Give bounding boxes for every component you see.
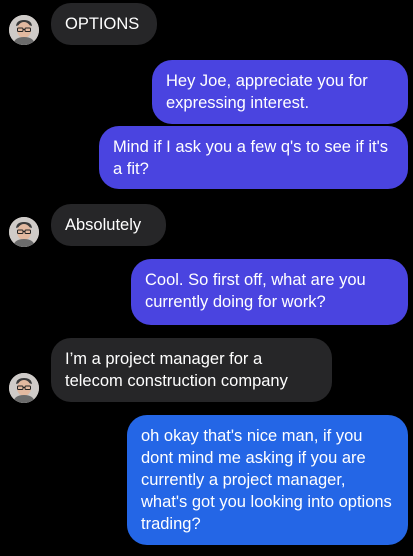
message-bubble-incoming[interactable]: Absolutely <box>51 204 166 246</box>
contact-avatar[interactable] <box>9 217 39 247</box>
message-bubble-outgoing[interactable]: Cool. So first off, what are you current… <box>131 259 408 325</box>
contact-avatar[interactable] <box>9 15 39 45</box>
message-thread: OPTIONS Hey Joe, appreciate you for expr… <box>0 0 413 556</box>
contact-avatar[interactable] <box>9 373 39 403</box>
message-bubble-outgoing[interactable]: Mind if I ask you a few q's to see if it… <box>99 126 408 189</box>
message-bubble-incoming[interactable]: I’m a project manager for a telecom cons… <box>51 338 332 402</box>
message-bubble-outgoing[interactable]: oh okay that's nice man, if you dont min… <box>127 415 408 545</box>
person-avatar-icon <box>9 15 39 45</box>
message-bubble-outgoing[interactable]: Hey Joe, appreciate you for expressing i… <box>152 60 408 124</box>
message-bubble-incoming[interactable]: OPTIONS <box>51 3 157 45</box>
person-avatar-icon <box>9 373 39 403</box>
person-avatar-icon <box>9 217 39 247</box>
